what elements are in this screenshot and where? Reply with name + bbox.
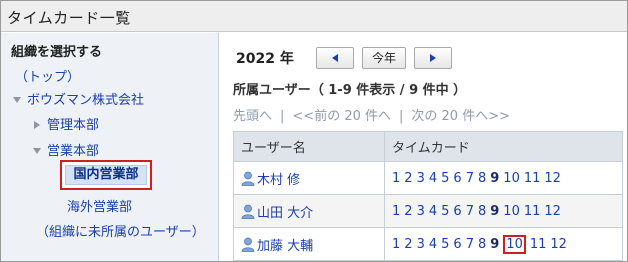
user-cell: 木村 修 — [233, 161, 385, 195]
month-link[interactable]: 3 — [417, 237, 425, 252]
month-link[interactable]: 9 — [490, 237, 499, 252]
user-name-link[interactable]: 木村 修 — [257, 173, 300, 188]
tree-item-sales[interactable]: 営業本部 — [33, 140, 99, 159]
month-link[interactable]: 11 — [524, 171, 541, 186]
tree-top-link[interactable]: （トップ） — [15, 66, 80, 85]
table-row: 山田 大介 1 2 3 4 5 6 7 8 9 10 11 12 — [233, 194, 623, 228]
expand-arrow-icon[interactable] — [13, 96, 21, 103]
month-link[interactable]: 3 — [417, 204, 425, 219]
pager-separator: | — [280, 109, 285, 124]
month-link[interactable]: 10 — [503, 234, 526, 254]
month-link[interactable]: 8 — [478, 204, 486, 219]
month-link[interactable]: 3 — [417, 171, 425, 186]
pager: 先頭へ | <<前の 20 件へ | 次の 20 件へ>> — [233, 105, 510, 124]
timecard-table: ユーザー名 タイムカード 木村 修 1 2 3 4 5 6 7 8 9 10 11 12 山田 大介 1 2 3… — [233, 131, 623, 261]
month-link[interactable]: 7 — [466, 171, 474, 186]
this-year-button[interactable]: 今年 — [362, 47, 406, 69]
month-link[interactable]: 2 — [404, 171, 412, 186]
user-icon — [241, 237, 255, 252]
month-link[interactable]: 9 — [490, 171, 499, 186]
month-link[interactable]: 7 — [466, 204, 474, 219]
month-link[interactable]: 5 — [441, 171, 449, 186]
tree-item-unassigned[interactable]: （組織に未所属のユーザー） — [36, 221, 205, 240]
month-link[interactable]: 12 — [544, 171, 561, 186]
pager-next: 次の 20 件へ>> — [411, 109, 510, 124]
prev-year-button[interactable] — [316, 47, 354, 69]
tree-item-admin-label[interactable]: 管理本部 — [47, 118, 99, 133]
org-tree-header: 組織を選択する — [11, 45, 103, 60]
month-link[interactable]: 4 — [429, 171, 437, 186]
collapsed-arrow-icon[interactable] — [34, 120, 40, 129]
month-link[interactable]: 8 — [478, 171, 486, 186]
user-name-link[interactable]: 加藤 大輔 — [257, 239, 313, 254]
tree-item-sales-label[interactable]: 営業本部 — [47, 144, 99, 159]
month-link[interactable]: 5 — [441, 237, 449, 252]
table-row: 加藤 大輔 1 2 3 4 5 6 7 8 9 10 11 12 — [233, 227, 623, 261]
month-link[interactable]: 10 — [503, 171, 520, 186]
month-link[interactable]: 7 — [466, 237, 474, 252]
month-link[interactable]: 10 — [503, 204, 520, 219]
month-link[interactable]: 8 — [478, 237, 486, 252]
arrow-right-icon — [430, 53, 436, 62]
tree-item-overseas[interactable]: 海外営業部 — [67, 196, 132, 215]
month-link[interactable]: 11 — [524, 204, 541, 219]
month-link[interactable]: 9 — [490, 204, 499, 219]
pager-separator: | — [399, 109, 404, 124]
timecard-months-cell: 1 2 3 4 5 6 7 8 9 10 11 12 — [384, 161, 623, 195]
month-link[interactable]: 4 — [429, 204, 437, 219]
month-link[interactable]: 6 — [453, 237, 461, 252]
page-title: タイムカード一覧 — [7, 9, 131, 27]
year-label: 2022 年 — [236, 51, 294, 67]
user-name-link[interactable]: 山田 大介 — [257, 206, 313, 221]
org-tree-panel: 組織を選択する （トップ） ボウズマン株式会社 管理本部 営業本部 海外営業部 … — [1, 33, 219, 261]
month-link[interactable]: 1 — [392, 204, 400, 219]
column-header-timecard: タイムカード — [384, 131, 623, 162]
tree-item-company-label[interactable]: ボウズマン株式会社 — [27, 93, 144, 108]
expand-arrow-icon[interactable] — [33, 147, 41, 154]
tree-item-company[interactable]: ボウズマン株式会社 — [13, 89, 144, 108]
month-link[interactable]: 1 — [392, 237, 400, 252]
month-link[interactable]: 4 — [429, 237, 437, 252]
month-link[interactable]: 6 — [453, 204, 461, 219]
arrow-left-icon — [332, 53, 338, 62]
selected-highlight-box: 国内営業部 — [60, 160, 152, 190]
title-bar: タイムカード一覧 — [1, 1, 627, 32]
pager-prev: <<前の 20 件へ — [292, 109, 391, 124]
next-year-button[interactable] — [414, 47, 452, 69]
tree-item-admin[interactable]: 管理本部 — [34, 114, 99, 133]
user-count-text: 所属ユーザー（ 1-9 件表示 / 9 件中 ） — [233, 83, 467, 98]
month-link[interactable]: 12 — [550, 237, 567, 252]
pager-first: 先頭へ — [233, 109, 273, 124]
table-row: 木村 修 1 2 3 4 5 6 7 8 9 10 11 12 — [233, 161, 623, 195]
month-link[interactable]: 11 — [530, 237, 547, 252]
tree-item-selected[interactable]: 国内営業部 — [65, 165, 147, 185]
user-icon — [241, 171, 255, 186]
table-header-row: ユーザー名 タイムカード — [233, 131, 623, 162]
month-link[interactable]: 12 — [544, 204, 561, 219]
user-cell: 加藤 大輔 — [233, 227, 385, 261]
column-header-user: ユーザー名 — [233, 131, 385, 162]
month-link[interactable]: 2 — [404, 237, 412, 252]
month-link[interactable]: 5 — [441, 204, 449, 219]
timecard-months-cell: 1 2 3 4 5 6 7 8 9 10 11 12 — [384, 227, 623, 261]
user-icon — [241, 204, 255, 219]
month-link[interactable]: 6 — [453, 171, 461, 186]
user-cell: 山田 大介 — [233, 194, 385, 228]
month-link[interactable]: 2 — [404, 204, 412, 219]
timecard-months-cell: 1 2 3 4 5 6 7 8 9 10 11 12 — [384, 194, 623, 228]
month-link[interactable]: 1 — [392, 171, 400, 186]
